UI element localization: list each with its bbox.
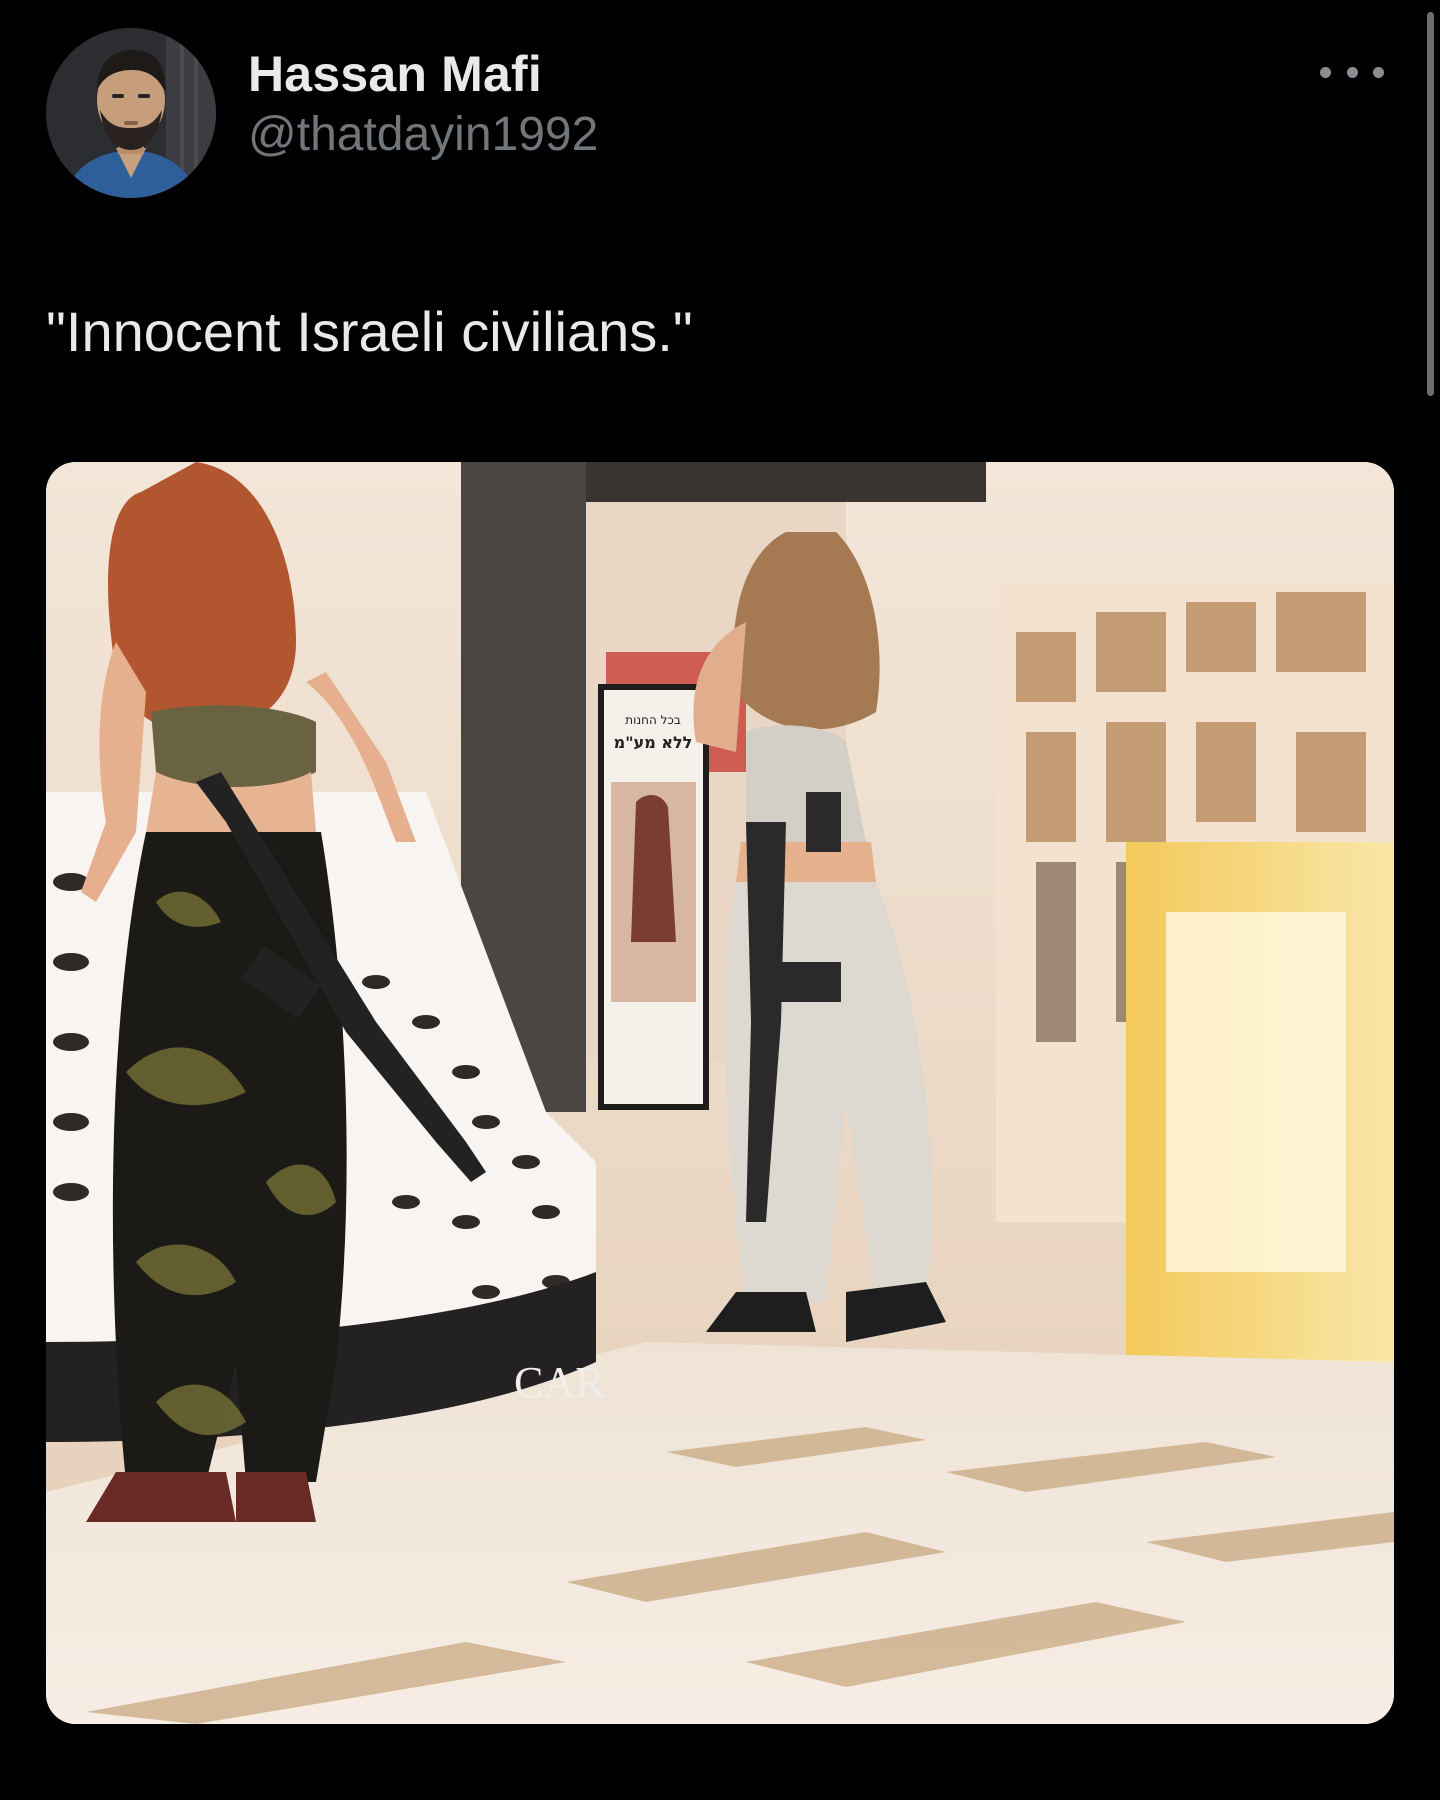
author-display-name[interactable]: Hassan Mafi — [248, 44, 598, 104]
post-text: "Innocent Israeli civilians." — [46, 300, 693, 363]
post-header: Hassan Mafi @thatdayin1992 — [46, 28, 1386, 198]
media-photo: CAR בכל החנות ללא מע"מ — [46, 462, 1394, 1724]
poster-line-1: בכל החנות — [625, 713, 681, 727]
post-media[interactable]: CAR בכל החנות ללא מע"מ — [46, 462, 1394, 1724]
avatar-photo — [46, 28, 216, 198]
scrollbar[interactable] — [1427, 12, 1434, 396]
more-options-button[interactable] — [1320, 60, 1384, 84]
more-horizontal-icon-dot — [1346, 66, 1358, 78]
more-horizontal-icon-dot — [1373, 66, 1384, 78]
avatar[interactable] — [46, 28, 216, 198]
store-sign: CAR — [514, 1358, 605, 1407]
more-horizontal-icon-dot — [1320, 66, 1331, 78]
author-handle[interactable]: @thatdayin1992 — [248, 104, 598, 166]
poster-line-2: ללא מע"מ — [614, 733, 693, 752]
author-block: Hassan Mafi @thatdayin1992 — [248, 44, 598, 166]
